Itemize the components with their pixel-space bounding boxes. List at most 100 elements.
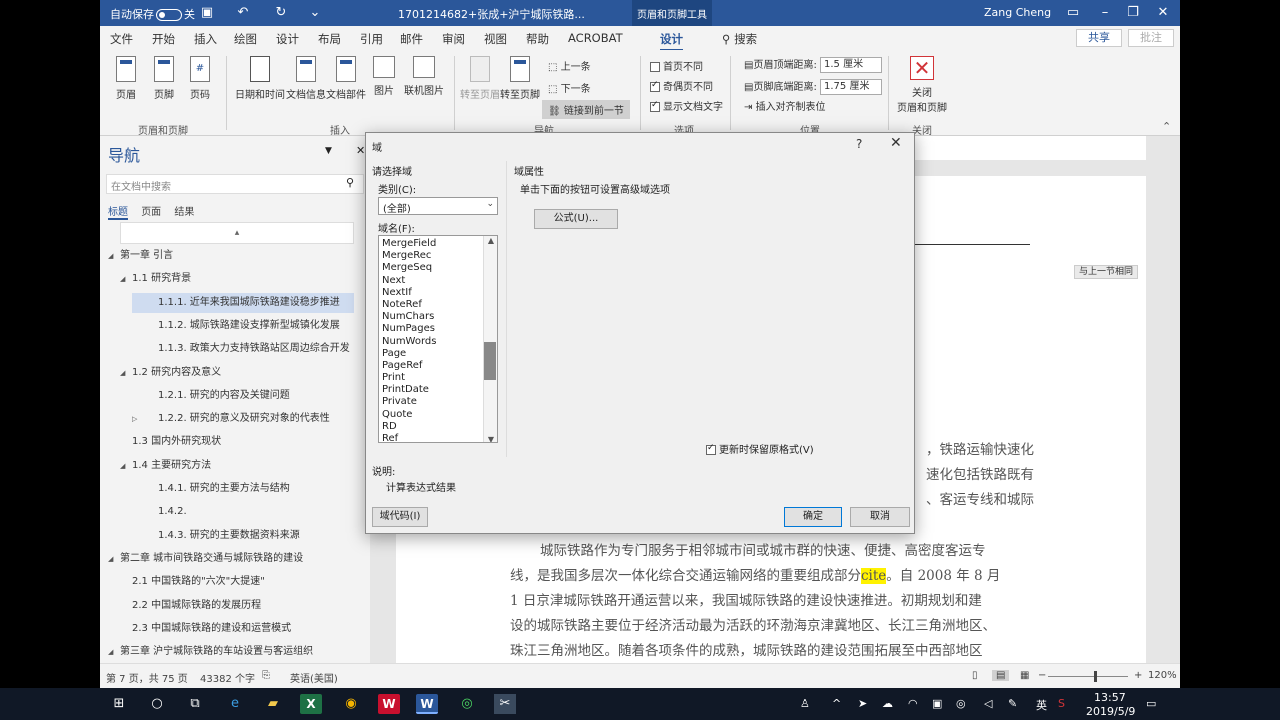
field-name-item[interactable]: NumChars [379,311,497,323]
zoom-out-icon[interactable]: − [1038,670,1046,681]
search-icon[interactable]: ⚲ [346,176,354,189]
undo-icon[interactable]: ↶ [234,4,252,22]
tab-help[interactable]: 帮助 [526,31,549,47]
nav-heading-item[interactable]: 2.1 中国铁路的"六次"大提速" [120,572,354,592]
collapse-arrow-icon[interactable]: ◢ [108,549,120,569]
field-name-item[interactable]: NumWords [379,336,497,348]
body-text-line[interactable]: 速化包括铁路既有 [926,463,1034,483]
nav-heading-item[interactable]: ◢ 第一章 引言 [108,246,354,266]
print-layout-icon[interactable]: ▤ [992,670,1010,681]
tab-view[interactable]: 视图 [484,31,507,47]
field-name-item[interactable]: Quote [379,409,497,421]
tab-header-footer-design[interactable]: 设计 [660,31,683,51]
document-info-button[interactable]: 文档信息 [284,56,328,101]
footer-bottom-spinner[interactable]: 1.75 厘米 [820,79,883,95]
collapse-arrow-icon[interactable]: ◢ [108,642,120,662]
people-icon[interactable]: ♙ [800,697,810,710]
nav-tab-results[interactable]: 结果 [174,207,194,218]
start-icon[interactable]: ⊞ [108,694,130,714]
zoom-slider[interactable] [1048,671,1128,682]
close-pane-icon[interactable]: ✕ [356,144,365,157]
page-number-button[interactable]: # 页码 [178,56,222,101]
body-text-line[interactable]: 线，是我国多层次一体化综合交通运输网络的重要组成部分cite。自 2008 年 … [510,564,1000,584]
nav-heading-item[interactable]: 1.1.1. 近年来我国城际铁路建设稳步推进 [132,292,354,313]
field-name-item[interactable]: PrintDate [379,384,497,396]
maximize-icon[interactable]: ❐ [1124,4,1142,22]
user-name[interactable]: Zang Cheng [984,6,1051,19]
close-header-footer-button[interactable]: ✕ 关闭 页眉和页脚 [894,56,950,114]
scroll-up-indicator[interactable]: ▴ [120,222,354,244]
clock-date[interactable]: 2019/5/9 [1086,705,1135,718]
field-name-item[interactable]: MergeSeq [379,262,497,274]
link-to-previous-button[interactable]: ⛓ 链接到前一节 [542,100,630,119]
word-count[interactable]: 43382 个字 [200,670,255,685]
ime-indicator[interactable]: 英 [1036,697,1047,713]
wechat-icon[interactable]: ◎ [456,694,478,714]
different-odd-even-checkbox[interactable]: 奇偶页不同 [650,78,713,93]
scroll-up-icon[interactable]: ▲ [488,236,494,245]
different-first-page-checkbox[interactable]: 首页不同 [650,58,703,73]
volume-icon[interactable]: ◁ [984,697,992,710]
chrome-icon[interactable]: ◉ [340,694,362,714]
field-name-item[interactable]: RD [379,421,497,433]
excel-icon[interactable]: X [300,694,322,714]
nav-heading-item[interactable]: 1.2.1. 研究的内容及关键问题 [132,386,354,406]
ribbon-display-icon[interactable]: ▭ [1064,4,1082,22]
body-text-line[interactable]: ，铁路运输快速化 [926,438,1034,458]
tab-home[interactable]: 开始 [152,31,175,47]
nav-tab-headings[interactable]: 标题 [108,207,128,220]
field-name-item[interactable]: MergeRec [379,250,497,262]
tell-me-search[interactable]: ⚲ 搜索 [722,31,757,47]
nav-heading-item[interactable]: 2.3 中国城际铁路的建设和运营模式 [120,619,354,639]
field-name-item[interactable]: Page [379,348,497,360]
help-icon[interactable]: ? [856,137,862,151]
file-explorer-icon[interactable]: ▰ [262,694,284,714]
tab-mailings[interactable]: 邮件 [400,31,423,47]
proofing-icon[interactable]: ⎘ [262,670,270,681]
cloud-icon[interactable]: ☁ [882,697,893,710]
field-codes-button[interactable]: 域代码(I) [372,507,428,527]
field-names-list[interactable]: MergeField MergeRec MergeSeq Next NextIf Note… [378,235,498,443]
minimize-icon[interactable]: – [1096,4,1114,22]
nav-heading-item[interactable]: ◢ 第三章 沪宁城际铁路的车站设置与客运组织 [108,642,354,662]
online-pictures-button[interactable]: 联机图片 [402,56,446,97]
collapse-ribbon-icon[interactable]: ⌃ [1162,120,1171,133]
tab-layout[interactable]: 布局 [318,31,341,47]
network-icon[interactable]: ◠ [908,697,918,710]
tab-draw[interactable]: 绘图 [234,31,257,47]
body-text-line[interactable]: 1 日京津城际铁路开通运营以来，我国城际铁路的建设快速推进。初期规划和建 [510,589,982,609]
save-icon[interactable]: ▣ [198,4,216,22]
zoom-in-icon[interactable]: + [1134,670,1142,681]
zoom-level[interactable]: 120% [1148,670,1177,681]
list-scrollbar[interactable]: ▲ ▼ [483,236,497,442]
read-mode-icon[interactable]: ▯ [972,670,978,681]
field-name-item[interactable]: NumPages [379,323,497,335]
nav-heading-item[interactable]: 1.1.3. 政策大力支持铁路站区周边综合开发 [132,339,354,359]
tab-review[interactable]: 审阅 [442,31,465,47]
pictures-button[interactable]: 图片 [362,56,406,97]
next-button[interactable]: ⬚ 下一条 [548,80,591,95]
formula-button[interactable]: 公式(U)... [534,209,618,229]
notifications-icon[interactable]: ▭ [1146,697,1156,710]
nav-heading-item[interactable]: ◢ 第二章 城市间铁路交通与城际铁路的建设 [108,549,354,569]
show-document-text-checkbox[interactable]: 显示文档文字 [650,98,723,113]
close-dialog-icon[interactable]: ✕ [890,135,902,151]
pen-icon[interactable]: ✎ [1008,697,1017,710]
nav-heading-item[interactable]: ▷ 1.2.2. 研究的意义及研究对象的代表性 [132,409,354,429]
close-window-icon[interactable]: ✕ [1154,4,1172,22]
nav-heading-item[interactable]: 1.4.1. 研究的主要方法与结构 [132,479,354,499]
comments-button[interactable]: 批注 [1128,29,1174,47]
tray-expand-icon[interactable]: ^ [832,697,841,710]
field-name-item[interactable]: NoteRef [379,299,497,311]
expand-arrow-icon[interactable]: ▷ [132,409,144,429]
pane-options-icon[interactable]: ▼ [325,146,332,156]
field-name-item[interactable]: Next [379,275,497,287]
share-button[interactable]: 共享 [1076,29,1122,47]
previous-button[interactable]: ⬚ 上一条 [548,58,591,73]
nav-heading-item[interactable]: ◢ 1.1 研究背景 [120,269,354,289]
display-icon[interactable]: ▣ [932,697,942,710]
body-text-line[interactable]: 城际铁路作为专门服务于相邻城市间或城市群的快速、便捷、高密度客运专 [540,539,986,559]
nav-heading-item[interactable]: 1.3 国内外研究现状 [120,432,354,452]
collapse-arrow-icon[interactable]: ◢ [120,363,132,383]
tab-references[interactable]: 引用 [360,31,383,47]
